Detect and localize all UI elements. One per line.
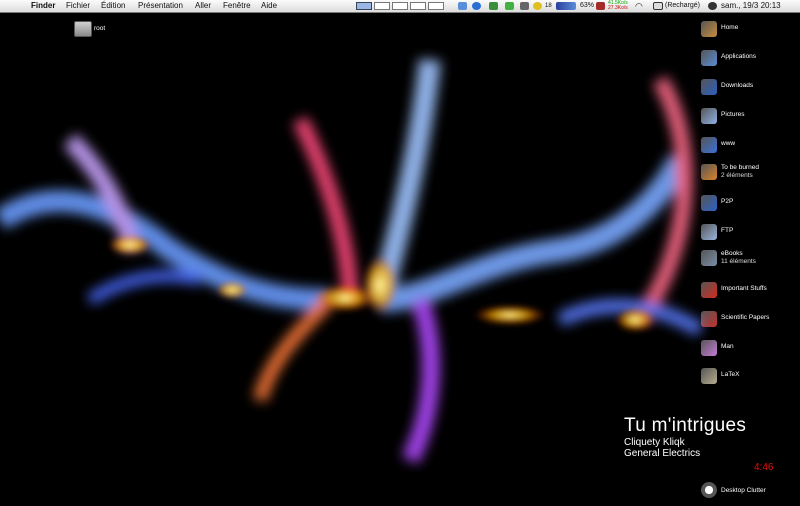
cpu-meter-icon[interactable] <box>556 2 576 10</box>
battery-icon[interactable] <box>653 2 663 10</box>
desktop-item-ebooks[interactable]: eBooks 11 éléments <box>701 250 800 274</box>
track-artist: Cliquety Kliqk <box>624 437 685 448</box>
root-label: root <box>94 25 106 32</box>
desktop-item-label: LaTeX <box>721 371 740 378</box>
user-icon[interactable] <box>708 2 717 10</box>
desktop-item-label: P2P <box>721 198 734 205</box>
desktop-item-label: Pictures <box>721 111 745 118</box>
spaces-1-icon[interactable] <box>356 2 372 10</box>
desktop-item-applications[interactable]: Applications <box>701 50 800 74</box>
downloads-folder-icon <box>701 79 717 95</box>
now-playing-widget: Tu m'intrigues Cliquety Kliqk General El… <box>624 415 746 459</box>
desktop-item-label: Downloads <box>721 82 754 89</box>
track-album: General Electrics <box>624 448 701 459</box>
desktop-item-pictures[interactable]: Pictures <box>701 108 800 132</box>
display-icon[interactable] <box>520 2 529 10</box>
desktop-item-label: Home <box>721 24 739 31</box>
man-icon <box>701 340 717 356</box>
desktop-item-downloads[interactable]: Downloads <box>701 79 800 103</box>
wifi-icon[interactable]: ◠ <box>635 0 643 12</box>
desktop-item-p2p[interactable]: P2P <box>701 195 800 219</box>
globe-icon <box>701 137 717 153</box>
desktop-item-label: To be burned <box>721 164 759 171</box>
latex-icon <box>701 368 717 384</box>
spaces-3-icon[interactable] <box>392 2 408 10</box>
papers-icon <box>701 311 717 327</box>
ftp-icon <box>701 224 717 240</box>
battery-monitor-icon[interactable] <box>505 2 514 10</box>
desktop-item-latex[interactable]: LaTeX <box>701 368 800 392</box>
home-icon <box>701 21 717 37</box>
weather-icon[interactable] <box>533 2 542 10</box>
desktop-item-ftp[interactable]: FTP <box>701 224 800 248</box>
desktop-item-sublabel: 11 éléments <box>721 258 756 265</box>
important-icon <box>701 282 717 298</box>
desktop-item-label: Man <box>721 343 734 350</box>
ebooks-icon <box>701 250 717 266</box>
desktop-item-label: eBooks <box>721 250 743 257</box>
desktop-item-label: Scientific Papers <box>721 314 770 321</box>
battery-percent: 63% <box>580 2 595 9</box>
desktop-item-man[interactable]: Man <box>701 340 800 364</box>
spaces-5-icon[interactable] <box>428 2 444 10</box>
desktop-item-label: FTP <box>721 227 734 234</box>
desktop-item-sublabel: 2 éléments <box>721 172 753 179</box>
spaces-4-icon[interactable] <box>410 2 426 10</box>
menu-bar: Finder Fichier Édition Présentation Alle… <box>0 0 800 13</box>
burn-folder-icon <box>701 164 717 180</box>
clutter-icon <box>701 482 717 498</box>
network-speed: 41.5Ko/s 27.3Ko/s <box>608 1 628 11</box>
menu-aller[interactable]: Aller <box>195 0 211 12</box>
desktop-item-scientific-papers[interactable]: Scientific Papers <box>701 311 800 335</box>
menu-extra-icon[interactable] <box>472 2 481 10</box>
spaces-2-icon[interactable] <box>374 2 390 10</box>
menu-aide[interactable]: Aide <box>261 0 277 12</box>
clutter-label: Desktop Clutter <box>721 487 766 494</box>
network-icon[interactable] <box>596 2 605 10</box>
clock[interactable]: sam., 19/3 20:13 <box>721 0 781 12</box>
menu-finder[interactable]: Finder <box>31 0 55 12</box>
menu-fichier[interactable]: Fichier <box>66 0 90 12</box>
desktop-item-label: Important Stuffs <box>721 285 767 292</box>
menu-fenetre[interactable]: Fenêtre <box>223 0 251 12</box>
hard-drive-icon <box>74 21 92 37</box>
desktop-item-www[interactable]: www <box>701 137 800 161</box>
applications-folder-icon <box>701 50 717 66</box>
desktop-item-important-stuffs[interactable]: Important Stuffs <box>701 282 800 306</box>
root-drive[interactable]: root <box>74 21 174 45</box>
p2p-icon <box>701 195 717 211</box>
menu-presentation[interactable]: Présentation <box>138 0 183 12</box>
desktop-clutter[interactable]: Desktop Clutter <box>701 482 800 506</box>
sync-icon[interactable] <box>458 2 467 10</box>
counter-value: 18 <box>545 3 552 9</box>
pictures-folder-icon <box>701 108 717 124</box>
menu-edition[interactable]: Édition <box>101 0 125 12</box>
activity-icon[interactable] <box>489 2 498 10</box>
desktop-item-label: Applications <box>721 53 757 60</box>
desktop-item-label: www <box>721 140 736 147</box>
network-download: 27.3Ko/s <box>608 5 628 11</box>
desktop-item-to-be-burned[interactable]: To be burned 2 éléments <box>701 164 800 188</box>
desktop-item-home[interactable]: Home <box>701 21 800 45</box>
power-status: (Rechargé) <box>665 2 701 9</box>
track-time: 4:46 <box>754 462 774 473</box>
track-title: Tu m'intrigues <box>624 415 747 436</box>
